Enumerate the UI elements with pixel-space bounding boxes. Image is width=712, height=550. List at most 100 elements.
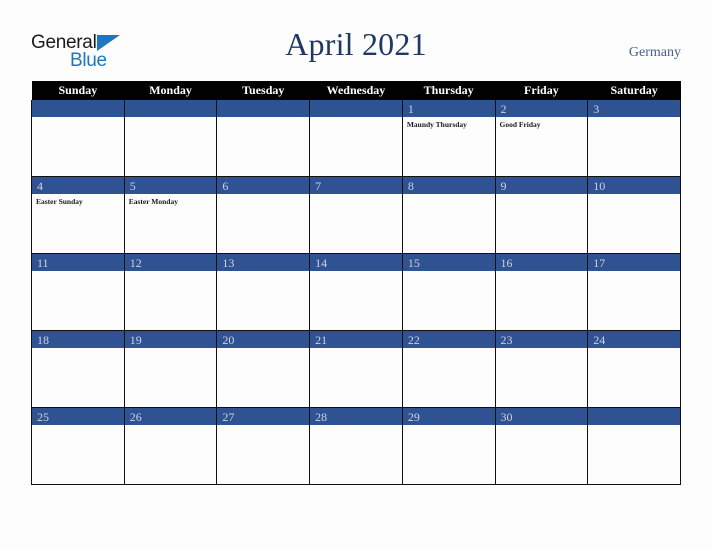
calendar-day-cell[interactable] [216,100,311,177]
page-header: General Blue April 2021 Germany [0,0,712,81]
day-number: 6 [222,179,229,193]
weekday-header-wednesday: Wednesday [309,81,403,100]
day-events [588,117,680,120]
weekday-header-row: Sunday Monday Tuesday Wednesday Thursday… [31,81,681,100]
calendar-day-cell[interactable] [587,407,681,485]
day-cell-inner: 15 [402,254,495,330]
calendar-day-cell[interactable] [31,100,125,177]
calendar-day-cell[interactable]: 17 [587,253,681,331]
weekday-header-saturday: Saturday [587,81,681,100]
day-events: Maundy Thursday [403,117,495,130]
day-events [496,271,588,274]
day-number: 10 [593,179,606,193]
calendar-day-cell[interactable]: 5 Easter Monday [123,176,218,254]
day-number-bar: 17 [588,254,680,271]
calendar-day-cell[interactable]: 30 [494,407,589,485]
day-events: Easter Sunday [32,194,124,207]
day-cell-inner: 10 [588,177,680,253]
day-cell-inner: 30 [495,408,588,484]
calendar-day-cell[interactable]: 27 [216,407,311,485]
day-events: Easter Monday [125,194,217,207]
calendar-day-cell[interactable]: 25 [31,407,125,485]
day-cell-inner: 13 [217,254,310,330]
day-number: 26 [129,410,142,424]
calendar-week-row: 1 Maundy Thursday 2 Good Friday 3 [31,100,681,177]
calendar-day-cell[interactable]: 20 [216,330,311,408]
day-cell-inner [588,408,680,484]
day-number: 13 [222,256,235,270]
day-events [32,271,124,274]
day-number: 2 [500,102,507,116]
day-number-bar: 19 [124,331,217,348]
day-number-bar [310,100,402,117]
calendar-day-cell[interactable]: 12 [123,253,218,331]
calendar-day-cell[interactable]: 29 [401,407,496,485]
day-number: 23 [500,333,513,347]
day-number: 1 [407,102,414,116]
day-events [496,425,588,428]
day-number: 24 [593,333,606,347]
day-events [32,425,124,428]
holiday-label: Easter Sunday [36,197,83,206]
day-number-bar [217,100,310,117]
day-number: 17 [593,256,606,270]
calendar-day-cell[interactable]: 11 [31,253,125,331]
day-events [403,348,495,351]
day-cell-inner: 8 [402,177,495,253]
calendar-day-cell[interactable]: 23 [494,330,589,408]
day-events [496,348,588,351]
calendar-day-cell[interactable] [123,100,218,177]
day-events [217,117,309,120]
day-cell-inner: 18 [32,331,124,407]
calendar-day-cell[interactable]: 19 [123,330,218,408]
calendar-day-cell[interactable]: 6 [216,176,311,254]
day-cell-inner: 5 Easter Monday [124,177,217,253]
day-cell-inner: 7 [310,177,402,253]
calendar-day-cell[interactable]: 7 [309,176,403,254]
day-cell-inner: 12 [124,254,217,330]
calendar-day-cell[interactable]: 9 [494,176,589,254]
day-number-bar: 8 [402,177,495,194]
day-events [125,117,217,120]
calendar-day-cell[interactable]: 14 [309,253,403,331]
calendar-day-cell[interactable]: 1 Maundy Thursday [401,100,496,177]
country-label: Germany [628,45,681,60]
calendar-day-cell[interactable]: 15 [401,253,496,331]
day-number-bar: 13 [217,254,310,271]
day-number-bar: 7 [310,177,402,194]
day-number-bar: 22 [402,331,495,348]
calendar-day-cell[interactable]: 2 Good Friday [494,100,589,177]
holiday-label: Good Friday [499,120,541,129]
calendar-day-cell[interactable]: 22 [401,330,496,408]
day-number-bar: 26 [124,408,217,425]
calendar-day-cell[interactable]: 24 [587,330,681,408]
calendar-body: 1 Maundy Thursday 2 Good Friday 3 4 Easter Sun… [31,100,681,485]
day-number: 25 [37,410,49,424]
day-number: 19 [129,333,142,347]
day-number: 22 [407,333,420,347]
day-cell-inner: 19 [124,331,217,407]
calendar-day-cell[interactable]: 13 [216,253,311,331]
calendar-day-cell[interactable]: 8 [401,176,496,254]
day-cell-inner: 24 [588,331,680,407]
day-number: 14 [315,256,328,270]
calendar-day-cell[interactable]: 10 [587,176,681,254]
calendar-day-cell[interactable]: 16 [494,253,589,331]
day-number-bar: 23 [495,331,588,348]
calendar-day-cell[interactable]: 28 [309,407,403,485]
day-cell-inner: 4 Easter Sunday [32,177,124,253]
calendar-day-cell[interactable] [309,100,403,177]
day-number-bar [124,100,217,117]
calendar-day-cell[interactable]: 4 Easter Sunday [31,176,125,254]
day-number: 27 [222,410,235,424]
calendar-day-cell[interactable]: 18 [31,330,125,408]
day-number-bar: 27 [217,408,310,425]
holiday-label: Easter Monday [128,197,178,206]
day-number: 28 [315,410,328,424]
day-number-bar: 12 [124,254,217,271]
calendar-day-cell[interactable]: 3 [587,100,681,177]
calendar-day-cell[interactable]: 26 [123,407,218,485]
day-number-bar: 16 [495,254,588,271]
calendar-day-cell[interactable]: 21 [309,330,403,408]
day-number: 20 [222,333,235,347]
